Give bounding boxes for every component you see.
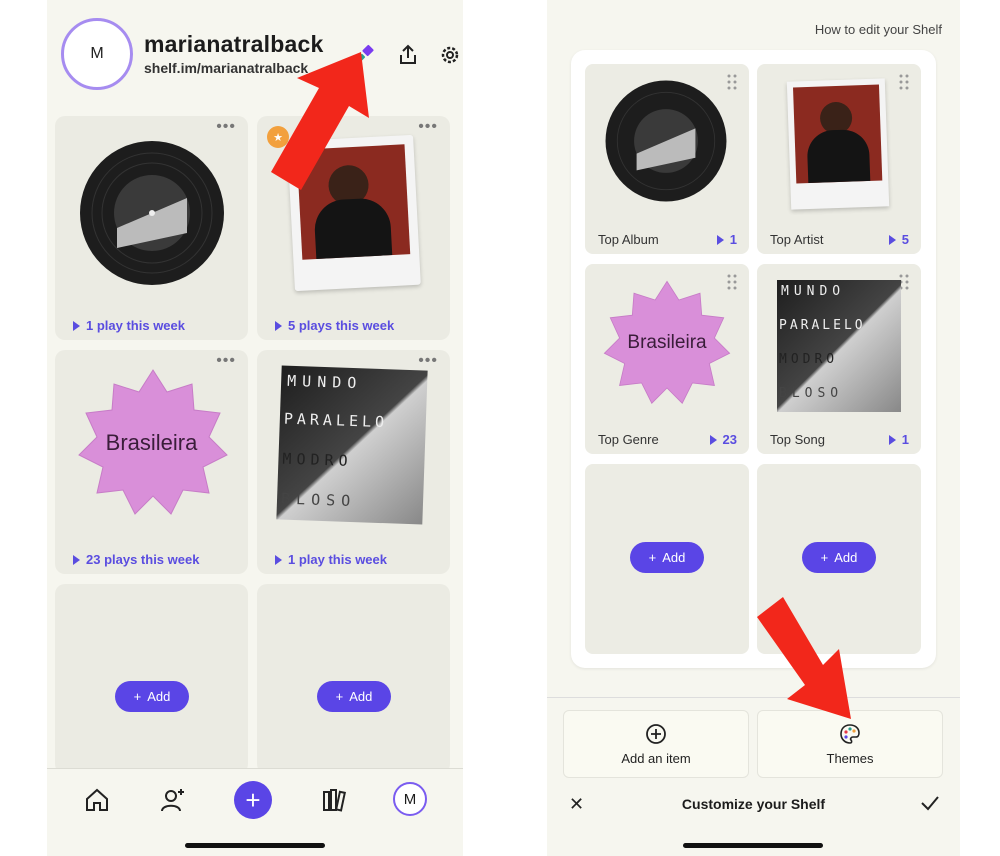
plus-icon: + xyxy=(820,550,829,565)
cover-text: PARALELO xyxy=(283,409,389,432)
help-link[interactable]: How to edit your Shelf xyxy=(815,22,942,37)
avatar-letter: M xyxy=(403,790,417,808)
bottom-nav: + M xyxy=(47,768,463,856)
plus-icon: + xyxy=(335,689,344,704)
more-options-icon[interactable]: ••• xyxy=(216,119,236,135)
play-icon xyxy=(888,234,896,245)
play-icon xyxy=(709,434,717,445)
edit-card-top-genre[interactable]: Brasileira Top Genre 23 xyxy=(585,264,749,454)
home-indicator xyxy=(683,843,823,848)
play-icon xyxy=(73,320,80,331)
cover-text: MUNDO xyxy=(781,284,846,299)
artist-photo xyxy=(793,84,883,184)
add-label: Add xyxy=(147,689,171,704)
checkmark-icon[interactable] xyxy=(920,794,940,812)
arrow-annotation xyxy=(271,52,369,190)
play-icon xyxy=(275,320,282,331)
cover-text: MODRO xyxy=(779,352,839,367)
edit-card-top-artist[interactable]: Top Artist 5 xyxy=(757,64,921,254)
card-count: 1 xyxy=(901,432,909,447)
edit-card-top-song[interactable]: MUNDO PARALELO MODRO BLOSO Top Song 1 xyxy=(757,264,921,454)
more-options-icon[interactable]: ••• xyxy=(216,353,236,369)
add-friend-icon[interactable] xyxy=(158,785,188,815)
plays-text: 1 play this week xyxy=(288,552,387,567)
add-button[interactable]: + Add xyxy=(630,542,704,573)
card-count: 1 xyxy=(729,232,737,247)
card-label: Top Album xyxy=(598,232,659,247)
add-item-button[interactable]: Add an item xyxy=(563,710,749,778)
cover-text: MUNDO xyxy=(286,371,363,393)
card-label: Top Artist xyxy=(770,232,824,247)
play-icon xyxy=(716,234,724,245)
shelf-card-top-album[interactable]: ••• 1 play this week xyxy=(55,116,248,340)
plays-text: 1 play this week xyxy=(86,318,185,333)
plus-icon: + xyxy=(133,689,142,704)
play-icon xyxy=(275,554,282,565)
add-label: Add xyxy=(349,689,373,704)
card-label: Top Song xyxy=(770,432,825,447)
polaroid-frame xyxy=(786,78,890,210)
genre-name: Brasileira xyxy=(627,332,707,353)
add-button[interactable]: + Add xyxy=(317,681,391,712)
profile-screen: M marianatralback shelf.im/marianatralba… xyxy=(47,0,463,856)
gear-icon[interactable] xyxy=(439,44,461,66)
profile-avatar[interactable]: M xyxy=(61,18,133,90)
shelf-card-top-song[interactable]: ••• MUNDO PARALELO MODRO BLOSO 1 play th… xyxy=(257,350,450,574)
card-count: 23 xyxy=(722,432,737,447)
more-options-icon[interactable]: ••• xyxy=(418,119,438,135)
shelf-edit-panel: Top Album 1 Top Artist 5 Brasileira Top … xyxy=(571,50,936,668)
home-indicator xyxy=(185,843,325,848)
plus-icon: + xyxy=(648,550,657,565)
cover-text: BLOSO xyxy=(280,489,357,511)
sheet-title: Customize your Shelf xyxy=(681,796,826,812)
add-label: Add xyxy=(662,550,686,565)
themes-label: Themes xyxy=(826,750,874,766)
customize-screen: How to edit your Shelf Top Album 1 Top A… xyxy=(547,0,960,856)
add-button[interactable]: + Add xyxy=(115,681,189,712)
drag-handle-icon[interactable] xyxy=(899,74,909,90)
play-icon xyxy=(73,554,80,565)
create-button[interactable]: + xyxy=(234,781,272,819)
shelf-card-empty: + Add xyxy=(55,584,248,774)
cover-text: PARALELO xyxy=(779,318,866,333)
add-button[interactable]: + Add xyxy=(802,542,876,573)
palette-icon xyxy=(840,723,860,744)
edit-card-top-album[interactable]: Top Album 1 xyxy=(585,64,749,254)
add-circle-icon xyxy=(646,723,666,744)
cover-text: MODRO xyxy=(282,449,353,471)
more-options-icon[interactable]: ••• xyxy=(418,353,438,369)
add-label: Add xyxy=(834,550,858,565)
vinyl-record-icon xyxy=(80,141,224,285)
shelf-card-empty: + Add xyxy=(257,584,450,774)
plays-text: 23 plays this week xyxy=(86,552,200,567)
plays-text: 5 plays this week xyxy=(288,318,395,333)
share-icon[interactable] xyxy=(397,44,419,66)
arrow-annotation xyxy=(757,597,851,719)
play-icon xyxy=(888,434,896,445)
album-cover-art: MUNDO PARALELO MODRO BLOSO xyxy=(777,280,901,412)
home-icon[interactable] xyxy=(82,785,112,815)
add-item-label: Add an item xyxy=(621,750,691,766)
album-cover-art: MUNDO PARALELO MODRO BLOSO xyxy=(276,365,428,525)
library-icon[interactable] xyxy=(319,785,349,815)
nav-profile-avatar[interactable]: M xyxy=(393,782,427,816)
cover-text: BLOSO xyxy=(779,386,844,401)
card-count: 5 xyxy=(901,232,909,247)
avatar-letter: M xyxy=(90,45,104,62)
shelf-card-top-genre[interactable]: ••• Brasileira 23 plays this week xyxy=(55,350,248,574)
genre-name: Brasileira xyxy=(105,430,198,455)
edit-card-empty: + Add xyxy=(585,464,749,654)
vinyl-record-icon xyxy=(605,80,727,202)
card-label: Top Genre xyxy=(598,432,659,447)
